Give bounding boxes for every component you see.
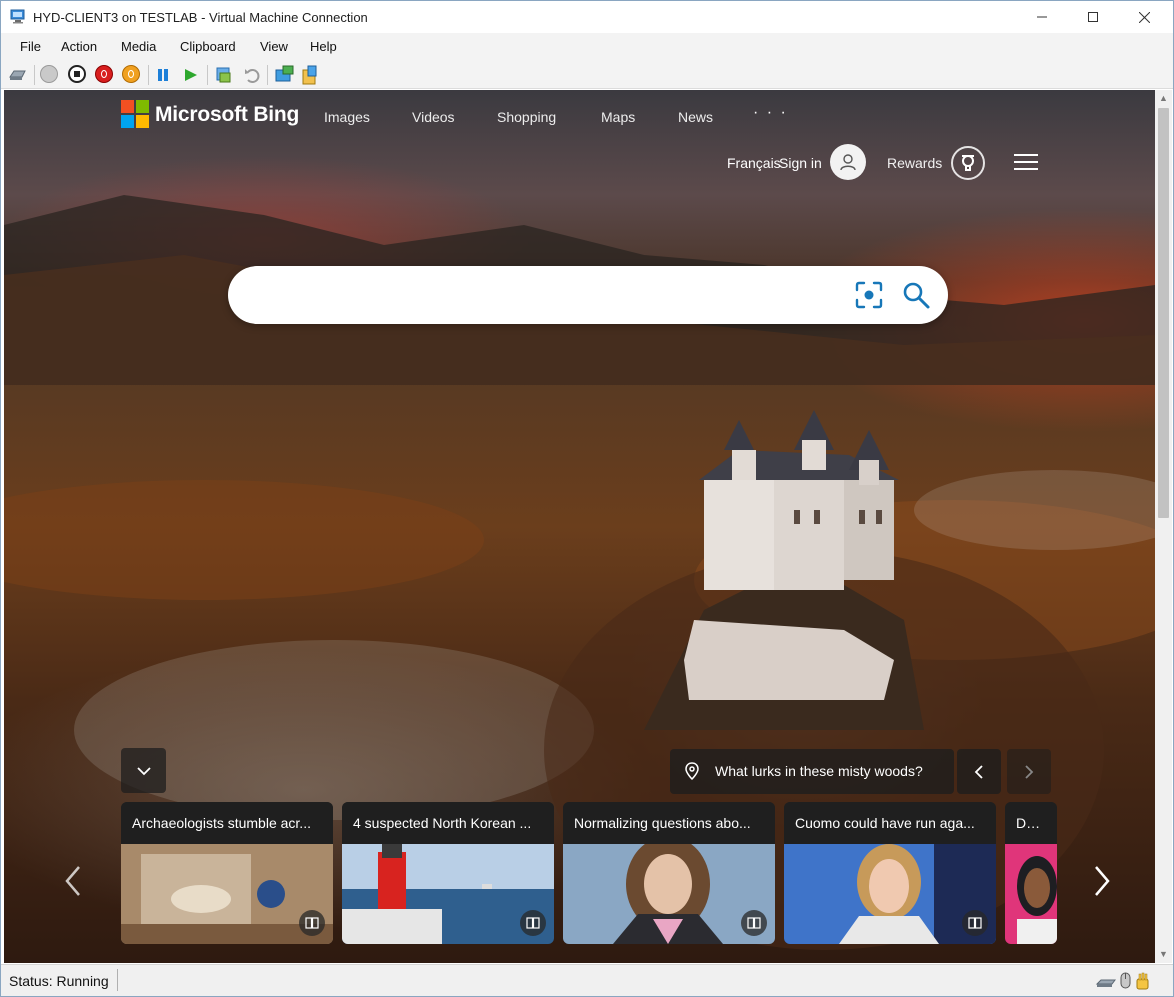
news-card-image <box>1005 844 1057 944</box>
book-icon <box>305 917 319 929</box>
menu-bar: File Action Media Clipboard View Help <box>1 33 1173 60</box>
shut-down-icon[interactable] <box>95 65 113 83</box>
lock-hand-icon <box>1136 972 1149 990</box>
read-badge <box>962 910 988 936</box>
visual-search-icon[interactable] <box>854 280 884 310</box>
chevron-down-icon <box>136 766 151 775</box>
menu-media[interactable]: Media <box>121 39 156 54</box>
bing-brand[interactable]: Microsoft Bing <box>155 103 299 127</box>
location-pin-icon <box>685 762 699 780</box>
menu-action[interactable]: Action <box>61 39 97 54</box>
avatar[interactable] <box>830 144 866 180</box>
microsoft-logo-icon[interactable] <box>121 100 151 130</box>
keyboard-icon <box>1095 979 1116 987</box>
nav-images[interactable]: Images <box>324 109 370 125</box>
browser-viewport: Microsoft Bing Images Videos Shopping Ma… <box>4 90 1155 963</box>
news-card[interactable]: Normalizing questions abo... <box>563 802 775 944</box>
news-card-title: Cuomo could have run aga... <box>784 802 996 844</box>
pause-icon[interactable] <box>156 68 170 82</box>
book-icon <box>526 917 540 929</box>
scroll-down-icon[interactable]: ▼ <box>1159 950 1168 959</box>
book-icon <box>968 917 982 929</box>
ctrl-alt-del-icon[interactable] <box>8 67 27 82</box>
previous-image-button[interactable] <box>957 749 1001 794</box>
scrollbar-thumb[interactable] <box>1158 108 1169 518</box>
minimize-icon <box>1037 16 1047 18</box>
next-image-button[interactable] <box>1007 749 1051 794</box>
language-link[interactable]: Français <box>727 155 781 171</box>
start-icon[interactable] <box>40 65 58 83</box>
status-indicators <box>1095 972 1149 990</box>
toolbar-separator <box>267 65 268 85</box>
minimize-button[interactable] <box>1019 1 1065 33</box>
book-icon <box>747 917 761 929</box>
rewards-link[interactable]: Rewards <box>887 155 942 171</box>
news-card[interactable]: Cuomo could have run aga... <box>784 802 996 944</box>
status-separator <box>117 969 118 991</box>
maximize-icon <box>1088 12 1098 22</box>
chevron-right-icon <box>1025 764 1034 779</box>
carousel-prev-button[interactable] <box>59 865 87 905</box>
news-card[interactable]: 4 suspected North Korean ... <box>342 802 554 944</box>
checkpoint-icon[interactable] <box>214 65 234 85</box>
enhanced-session-icon[interactable] <box>274 64 296 86</box>
nav-news[interactable]: News <box>678 109 713 125</box>
news-card-title: Do tip <box>1005 802 1057 844</box>
read-badge <box>520 910 546 936</box>
carousel-next-button[interactable] <box>1088 865 1116 905</box>
hamburger-menu-icon[interactable] <box>1014 154 1038 172</box>
news-card[interactable]: Do tip <box>1005 802 1057 944</box>
sign-in-link[interactable]: Sign in <box>779 155 822 171</box>
castle-image <box>644 410 924 730</box>
chevron-left-icon <box>65 866 80 896</box>
toolbar-separator <box>207 65 208 85</box>
toolbar <box>1 60 1173 89</box>
scroll-up-icon[interactable]: ▲ <box>1159 94 1168 103</box>
rewards-badge[interactable] <box>951 146 985 180</box>
news-card-title: Normalizing questions abo... <box>563 802 775 844</box>
image-caption[interactable]: What lurks in these misty woods? <box>670 749 954 794</box>
close-icon <box>1138 11 1150 23</box>
user-icon <box>840 154 856 171</box>
read-badge <box>741 910 767 936</box>
news-card[interactable]: Archaeologists stumble acr... <box>121 802 333 944</box>
nav-more-button[interactable]: · · · <box>753 104 788 122</box>
title-bar: HYD-CLIENT3 on TESTLAB - Virtual Machine… <box>1 1 1173 33</box>
menu-clipboard[interactable]: Clipboard <box>180 39 236 54</box>
toolbar-separator <box>148 65 149 85</box>
vm-connection-icon <box>10 9 25 24</box>
image-caption-text: What lurks in these misty woods? <box>715 763 923 779</box>
toolbar-separator <box>34 65 35 85</box>
news-card-title: Archaeologists stumble acr... <box>121 802 333 844</box>
search-icon[interactable] <box>901 280 931 310</box>
vertical-scrollbar[interactable]: ▲ ▼ <box>1155 90 1172 963</box>
read-badge <box>299 910 325 936</box>
window-title: HYD-CLIENT3 on TESTLAB - Virtual Machine… <box>33 10 368 25</box>
collapse-feed-button[interactable] <box>121 748 166 793</box>
news-card-title: 4 suspected North Korean ... <box>342 802 554 844</box>
chevron-right-icon <box>1095 866 1110 896</box>
rewards-trophy-icon <box>962 155 974 171</box>
chevron-left-icon <box>974 764 983 779</box>
menu-file[interactable]: File <box>20 39 41 54</box>
maximize-button[interactable] <box>1070 1 1116 33</box>
turn-off-icon[interactable] <box>68 65 86 83</box>
resume-icon[interactable] <box>183 68 199 82</box>
share-icon[interactable] <box>300 64 320 86</box>
search-box <box>228 266 948 324</box>
status-text: Status: Running <box>9 973 109 989</box>
status-bar: Status: Running <box>1 964 1173 996</box>
mouse-icon <box>1120 972 1131 989</box>
power-icon[interactable] <box>122 65 140 83</box>
revert-icon[interactable] <box>243 66 261 84</box>
nav-maps[interactable]: Maps <box>601 109 635 125</box>
nav-shopping[interactable]: Shopping <box>497 109 556 125</box>
close-button[interactable] <box>1121 1 1167 33</box>
vm-connection-window: HYD-CLIENT3 on TESTLAB - Virtual Machine… <box>0 0 1174 997</box>
news-carousel: Archaeologists stumble acr... 4 suspecte… <box>121 802 1057 944</box>
menu-help[interactable]: Help <box>310 39 337 54</box>
search-input[interactable] <box>252 280 832 310</box>
nav-videos[interactable]: Videos <box>412 109 455 125</box>
menu-view[interactable]: View <box>260 39 288 54</box>
